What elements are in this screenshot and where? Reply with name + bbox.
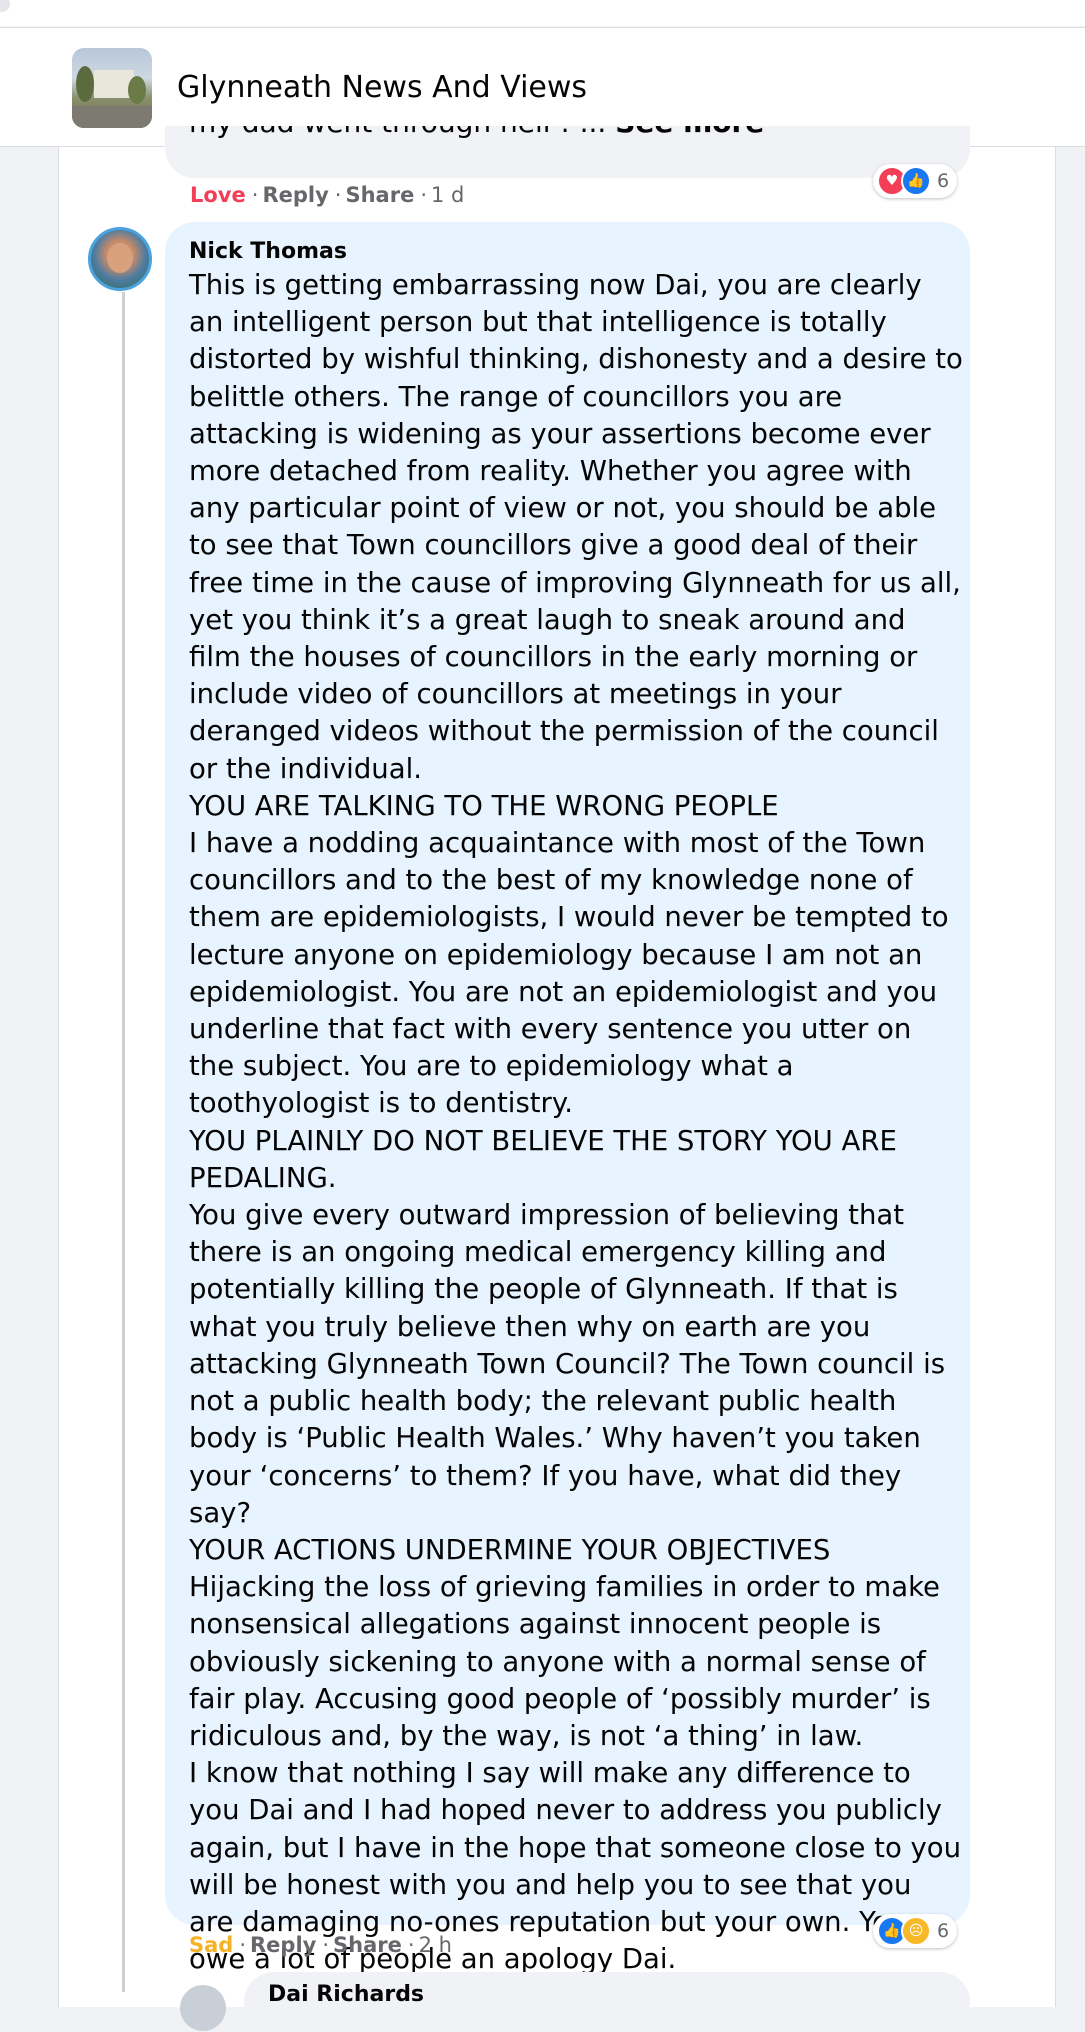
comment-paragraph: Hijacking the loss of grieving families … — [189, 1571, 940, 1752]
comment-heading: YOU ARE TALKING TO THE WRONG PEOPLE — [189, 789, 779, 822]
comment-paragraph: This is getting embarrassing now Dai, yo… — [189, 269, 963, 785]
thread-line — [122, 292, 125, 1992]
comment-timestamp[interactable]: 2 h — [419, 1933, 452, 1957]
reaction-sad-link[interactable]: Sad — [189, 1933, 233, 1957]
reaction-love-link[interactable]: Love — [190, 183, 246, 207]
comment-actions: Sad · Reply · Share · 2 h — [189, 1933, 458, 1957]
share-link[interactable]: Share — [333, 1933, 402, 1957]
avatar-face — [107, 243, 133, 273]
group-name[interactable]: Glynneath News And Views — [177, 70, 587, 105]
separator-dot: · — [334, 183, 342, 207]
separator-dot: · — [407, 1933, 415, 1957]
previous-comment-bubble: my dad went through hell ! ... See more — [165, 126, 970, 178]
previous-reaction-summary[interactable]: ♥ 👍 6 — [873, 164, 958, 198]
like-icon: 👍 — [901, 166, 931, 196]
previous-comment-fragment: my dad went through hell ! ... — [189, 126, 606, 139]
previous-comment-text: my dad went through hell ! ... See more — [189, 126, 764, 139]
comment-paragraph: I have a nodding acquaintance with most … — [189, 827, 949, 1120]
card-border-right — [1055, 147, 1056, 2007]
group-thumbnail[interactable] — [72, 48, 152, 128]
thumb-road — [72, 106, 152, 128]
reaction-count: 6 — [937, 1920, 950, 1942]
separator-dot: · — [251, 183, 259, 207]
separator-dot: · — [420, 183, 428, 207]
next-comment-author[interactable]: Dai Richards — [268, 1982, 424, 2007]
comment-author[interactable]: Nick Thomas — [189, 239, 347, 264]
reaction-count: 6 — [937, 170, 950, 192]
comment-timestamp[interactable]: 1 d — [431, 183, 464, 207]
separator-dot: · — [322, 1933, 330, 1957]
see-more-link[interactable]: See more — [615, 126, 764, 139]
sad-icon: ☹ — [901, 1916, 931, 1946]
thumb-tree-2 — [128, 76, 146, 104]
card-border-left — [58, 147, 59, 2007]
browser-top-strip — [0, 0, 1085, 26]
avatar[interactable] — [88, 227, 152, 291]
previous-comment-actions: Love · Reply · Share · 1 d — [190, 183, 470, 207]
reply-link[interactable]: Reply — [250, 1933, 316, 1957]
comment-heading: YOU PLAINLY DO NOT BELIEVE THE STORY YOU… — [189, 1124, 897, 1194]
scroll-blob — [0, 0, 10, 12]
share-link[interactable]: Share — [345, 183, 414, 207]
comment-heading: YOUR ACTIONS UNDERMINE YOUR OBJECTIVES — [189, 1533, 831, 1566]
comment-bubble: Nick Thomas This is getting embarrassing… — [165, 222, 970, 1975]
thumb-tree — [76, 66, 94, 102]
comment-reaction-summary[interactable]: 👍 ☹ 6 — [873, 1914, 958, 1948]
comment-paragraph: You give every outward impression of bel… — [189, 1199, 946, 1529]
reply-link[interactable]: Reply — [262, 183, 328, 207]
separator-dot: · — [239, 1933, 247, 1957]
next-comment-avatar[interactable] — [180, 1985, 226, 2031]
next-comment-bubble: Dai Richards — [244, 1972, 970, 2032]
comment-body: This is getting embarrassing now Dai, yo… — [189, 267, 964, 1978]
